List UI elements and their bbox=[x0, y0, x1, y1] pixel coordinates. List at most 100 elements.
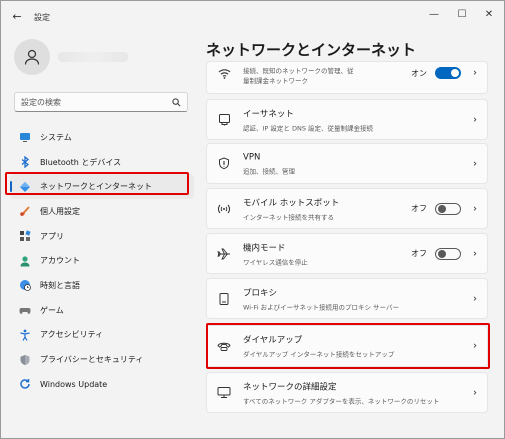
toggle-label: オフ bbox=[411, 204, 427, 213]
card-title: ネットワークの詳細設定 bbox=[243, 382, 337, 392]
search-icon[interactable] bbox=[171, 97, 181, 107]
network-pc-icon bbox=[217, 386, 231, 400]
card-title: 機内モード bbox=[243, 243, 286, 253]
sidebar-item-privacy[interactable]: プライバシーとセキュリティ bbox=[10, 347, 194, 372]
app-title: 設定 bbox=[34, 13, 50, 22]
shield-icon bbox=[19, 354, 31, 366]
apps-icon bbox=[19, 230, 31, 242]
card-title: イーサネット bbox=[243, 109, 294, 119]
chevron-right-icon: › bbox=[473, 248, 477, 259]
search-input[interactable] bbox=[21, 97, 171, 107]
user-icon bbox=[24, 49, 40, 65]
sidebar-item-apps[interactable]: アプリ bbox=[10, 224, 194, 249]
card-title: ダイヤルアップ bbox=[243, 335, 303, 346]
sidebar-item-label: システム bbox=[40, 132, 72, 142]
card-text: 接続、既知のネットワークの管理、従 量制課金ネットワーク bbox=[243, 65, 354, 85]
card-subtitle: 接続、既知のネットワークの管理、従 量制課金ネットワーク bbox=[243, 67, 354, 86]
card-subtitle: インターネット接続を共有する bbox=[243, 213, 334, 221]
sidebar-item-accessibility[interactable]: アクセシビリティ bbox=[10, 323, 194, 348]
card-mobile-hotspot[interactable]: モバイル ホットスポット インターネット接続を共有する オフ › bbox=[206, 188, 488, 229]
network-diamond-icon bbox=[19, 181, 31, 193]
card-proxy[interactable]: プロキシ Wi-Fi およびイーサネット接続用のプロキシ サーバー › bbox=[206, 278, 488, 319]
card-subtitle: 追加、接続、管理 bbox=[243, 167, 295, 175]
card-wifi[interactable]: 接続、既知のネットワークの管理、従 量制課金ネットワーク オン › bbox=[206, 61, 488, 94]
proxy-globe-icon bbox=[217, 292, 231, 306]
toggle-knob bbox=[438, 205, 446, 213]
page-title: ネットワークとインターネット bbox=[206, 41, 417, 59]
card-text: VPN 追加、接続、管理 bbox=[243, 152, 295, 175]
hotspot-toggle[interactable] bbox=[435, 202, 461, 215]
sidebar-item-label: ネットワークとインターネット bbox=[40, 182, 152, 192]
chevron-right-icon: › bbox=[473, 203, 477, 214]
close-button[interactable]: ✕ bbox=[480, 7, 498, 21]
search-box[interactable] bbox=[14, 92, 188, 112]
sidebar-item-system[interactable]: システム bbox=[10, 125, 194, 150]
card-subtitle: 認証、IP 設定と DNS 設定、従量制課金接続 bbox=[243, 124, 374, 132]
sidebar-item-label: アカウント bbox=[40, 256, 80, 266]
active-indicator bbox=[10, 181, 12, 193]
sidebar-item-network[interactable]: ネットワークとインターネット bbox=[10, 174, 194, 200]
bluetooth-icon bbox=[19, 156, 31, 169]
sidebar-item-label: プライバシーとセキュリティ bbox=[40, 355, 144, 365]
toggle-knob bbox=[451, 69, 459, 78]
account-icon bbox=[19, 255, 31, 267]
sidebar-item-label: アクセシビリティ bbox=[40, 330, 104, 340]
toggle-label: オフ bbox=[411, 249, 427, 258]
chevron-right-icon: › bbox=[473, 114, 477, 125]
paintbrush-icon bbox=[19, 205, 31, 217]
ethernet-icon bbox=[217, 113, 231, 127]
sidebar-item-label: Windows Update bbox=[40, 379, 108, 389]
airplane-toggle-group: オフ bbox=[411, 247, 461, 260]
card-text: モバイル ホットスポット インターネット接続を共有する bbox=[243, 196, 339, 221]
sidebar-item-label: 時刻と言語 bbox=[40, 280, 80, 290]
avatar bbox=[14, 39, 50, 75]
chevron-right-icon: › bbox=[473, 158, 477, 169]
sidebar-item-gaming[interactable]: ゲーム bbox=[10, 298, 194, 323]
sidebar-item-personalization[interactable]: 個人用設定 bbox=[10, 199, 194, 224]
card-advanced-network-settings[interactable]: ネットワークの詳細設定 すべてのネットワーク アダプターを表示、ネットワークのリ… bbox=[206, 372, 488, 413]
card-text: 機内モード ワイヤレス通信を停止 bbox=[243, 241, 308, 266]
sidebar-item-windows-update[interactable]: Windows Update bbox=[10, 372, 194, 397]
update-icon bbox=[19, 378, 31, 390]
back-arrow-icon: ← bbox=[12, 9, 22, 23]
chevron-right-icon: › bbox=[473, 67, 477, 79]
hotspot-icon bbox=[217, 202, 231, 216]
card-text: ダイヤルアップ ダイヤルアップ インターネット接続をセットアップ bbox=[243, 334, 394, 359]
card-subtitle: ワイヤレス通信を停止 bbox=[243, 258, 308, 266]
dialup-phone-icon bbox=[217, 339, 231, 353]
card-text: ネットワークの詳細設定 すべてのネットワーク アダプターを表示、ネットワークのリ… bbox=[243, 380, 439, 405]
sidebar-item-accounts[interactable]: アカウント bbox=[10, 248, 194, 273]
hotspot-toggle-group: オフ bbox=[411, 202, 461, 215]
sidebar-item-bluetooth[interactable]: Bluetooth とデバイス bbox=[10, 150, 194, 175]
toggle-label: オン bbox=[411, 68, 427, 78]
card-vpn[interactable]: VPN 追加、接続、管理 › bbox=[206, 143, 488, 184]
back-button[interactable]: ← bbox=[9, 8, 25, 24]
sidebar-item-time-language[interactable]: 時刻と言語 bbox=[10, 273, 194, 298]
sidebar-item-label: Bluetooth とデバイス bbox=[40, 157, 122, 167]
sidebar-item-label: アプリ bbox=[40, 231, 64, 241]
wifi-icon bbox=[217, 66, 231, 80]
maximize-button[interactable]: ☐ bbox=[453, 7, 471, 21]
card-dial-up[interactable]: ダイヤルアップ ダイヤルアップ インターネット接続をセットアップ › bbox=[206, 325, 488, 367]
card-subtitle: Wi-Fi およびイーサネット接続用のプロキシ サーバー bbox=[243, 303, 399, 311]
toggle-knob bbox=[438, 250, 446, 258]
globe-clock-icon bbox=[19, 279, 31, 292]
card-text: プロキシ Wi-Fi およびイーサネット接続用のプロキシ サーバー bbox=[243, 286, 399, 311]
card-subtitle: ダイヤルアップ インターネット接続をセットアップ bbox=[243, 350, 395, 359]
card-ethernet[interactable]: イーサネット 認証、IP 設定と DNS 設定、従量制課金接続 › bbox=[206, 99, 488, 140]
card-subtitle: すべてのネットワーク アダプターを表示、ネットワークのリセット bbox=[243, 397, 440, 405]
card-title: VPN bbox=[243, 152, 261, 162]
wifi-toggle[interactable] bbox=[435, 67, 461, 80]
card-airplane-mode[interactable]: 機内モード ワイヤレス通信を停止 オフ › bbox=[206, 233, 488, 274]
airplane-icon bbox=[217, 247, 231, 261]
card-title: プロキシ bbox=[243, 288, 278, 298]
sidebar-item-label: 個人用設定 bbox=[40, 206, 80, 216]
chevron-right-icon: › bbox=[473, 293, 477, 304]
title-bar: ← 設定 — ☐ ✕ bbox=[1, 1, 504, 31]
minimize-button[interactable]: — bbox=[425, 7, 443, 21]
user-profile[interactable] bbox=[14, 39, 128, 75]
profile-name-redacted bbox=[58, 52, 128, 62]
chevron-right-icon: › bbox=[473, 387, 477, 398]
sidebar-item-label: ゲーム bbox=[40, 305, 64, 315]
airplane-toggle[interactable] bbox=[435, 247, 461, 260]
